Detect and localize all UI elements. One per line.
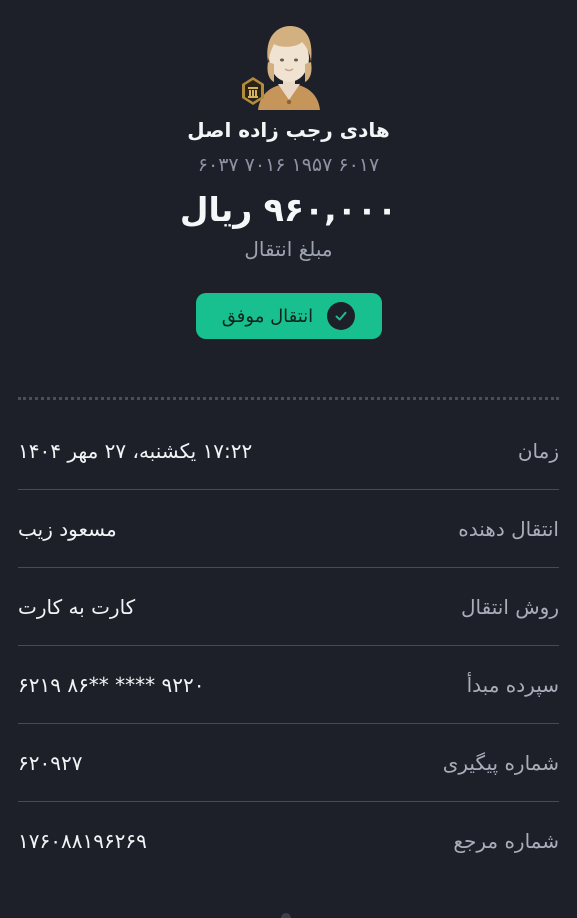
bank-emblem-icon <box>240 76 266 106</box>
transfer-amount-label: مبلغ انتقال <box>244 237 333 261</box>
detail-value: کارت به کارت <box>18 594 136 619</box>
detail-row-time: ۱۷:۲۲ یکشنبه، ۲۷ مهر ۱۴۰۴ زمان <box>18 412 559 490</box>
detail-label: شماره مرجع <box>453 829 559 853</box>
transfer-amount: ۹۶۰,۰۰۰ ریال <box>179 190 398 229</box>
detail-label: سپرده مبدأ <box>466 672 559 697</box>
detail-label: زمان <box>517 438 559 463</box>
detail-row-reference-number: ۱۷۶۰۸۸۱۹۶۲۶۹ شماره مرجع <box>18 802 559 880</box>
detail-label: روش انتقال <box>461 594 559 619</box>
detail-value: مسعود زیب <box>18 516 117 541</box>
dotted-divider <box>18 397 559 400</box>
recipient-card-number: ۶۰۳۷ ۷۰۱۶ ۱۹۵۷ ۶۰۱۷ <box>197 154 380 176</box>
scroll-indicator <box>281 913 291 918</box>
detail-value: ۶۲۱۹ ۸۶** **** ۹۲۲۰ <box>18 672 205 697</box>
check-circle-icon <box>327 302 356 330</box>
detail-row-source-account: ۶۲۱۹ ۸۶** **** ۹۲۲۰ سپرده مبدأ <box>18 646 559 724</box>
transfer-details-list: ۱۷:۲۲ یکشنبه، ۲۷ مهر ۱۴۰۴ زمان مسعود زیب… <box>18 412 559 880</box>
detail-value: ۱۷۶۰۸۸۱۹۶۲۶۹ <box>18 829 147 853</box>
detail-label: انتقال دهنده <box>458 516 559 541</box>
detail-label: شماره پیگیری <box>442 750 559 775</box>
detail-row-sender: مسعود زیب انتقال دهنده <box>18 490 559 568</box>
receipt-header: هادی رجب زاده اصل ۶۰۳۷ ۷۰۱۶ ۱۹۵۷ ۶۰۱۷ ۹۶… <box>0 0 577 339</box>
avatar <box>241 22 322 110</box>
detail-row-tracking-number: ۶۲۰۹۲۷ شماره پیگیری <box>18 724 559 802</box>
detail-row-method: کارت به کارت روش انتقال <box>18 568 559 646</box>
status-badge: انتقال موفق <box>195 293 382 339</box>
detail-value: ۱۷:۲۲ یکشنبه، ۲۷ مهر ۱۴۰۴ <box>18 438 253 463</box>
recipient-name: هادی رجب زاده اصل <box>187 118 390 142</box>
status-label: انتقال موفق <box>221 305 314 327</box>
detail-value: ۶۲۰۹۲۷ <box>18 750 83 775</box>
